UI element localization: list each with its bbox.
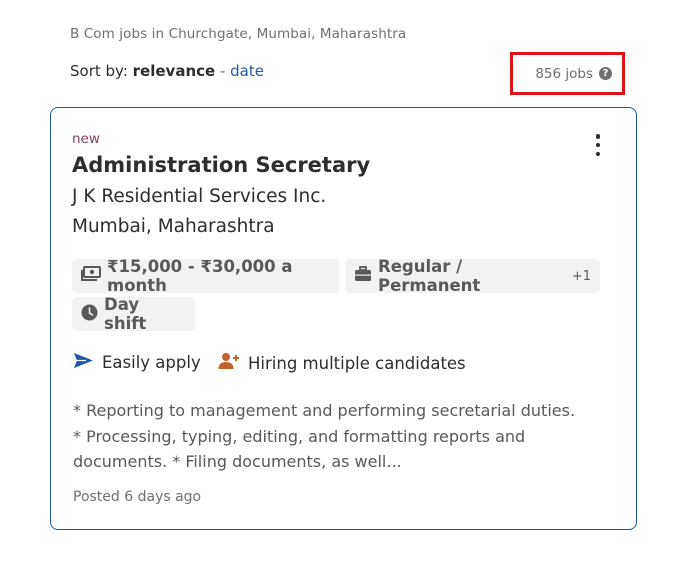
job-location: Mumbai, Maharashtra (72, 216, 275, 237)
shift-text: Day shift (104, 295, 147, 333)
job-snippet: * Reporting to management and performing… (73, 398, 593, 475)
send-icon (73, 352, 94, 373)
job-type-tag: Regular / Permanent +1 (345, 257, 600, 295)
company-name: J K Residential Services Inc. (72, 186, 327, 207)
clock-icon (81, 304, 98, 325)
job-count-highlight: 856 jobs ? (510, 52, 625, 95)
job-type-text: Regular / Permanent (378, 257, 481, 295)
question-circle-icon[interactable]: ? (599, 67, 612, 80)
hiring-multiple-text: Hiring multiple candidates (248, 353, 466, 373)
money-icon (81, 266, 101, 286)
sort-relevance: relevance (132, 62, 216, 80)
sort-separator: - (215, 62, 231, 80)
sort-bar: Sort by: relevance - date (70, 62, 264, 80)
easily-apply-text: Easily apply (102, 353, 201, 372)
breadcrumb: B Com jobs in Churchgate, Mumbai, Mahara… (70, 26, 407, 42)
job-count: 856 jobs (535, 65, 593, 82)
person-add-icon (218, 352, 240, 374)
sort-date-link[interactable]: date (230, 62, 264, 80)
salary-tag: ₹15,000 - ₹30,000 a month (72, 257, 339, 295)
more-options-icon[interactable] (588, 132, 608, 158)
job-title[interactable]: Administration Secretary (72, 153, 370, 177)
salary-text: ₹15,000 - ₹30,000 a month (107, 257, 293, 295)
hiring-multiple: Hiring multiple candidates (218, 352, 466, 374)
briefcase-icon (354, 266, 372, 286)
posted-date: Posted 6 days ago (73, 489, 202, 505)
job-type-more: +1 (571, 268, 591, 284)
snippet-line: documents. * Filing documents, as well..… (73, 452, 402, 471)
job-card[interactable]: new Administration Secretary J K Residen… (50, 107, 637, 530)
easily-apply: Easily apply (73, 352, 201, 373)
shift-tag: Day shift (72, 295, 195, 333)
snippet-line: * Processing, typing, editing, and forma… (73, 426, 526, 446)
new-label: new (72, 131, 100, 147)
snippet-line: * Reporting to management and performing… (73, 401, 576, 420)
sort-prefix: Sort by: (70, 62, 133, 80)
